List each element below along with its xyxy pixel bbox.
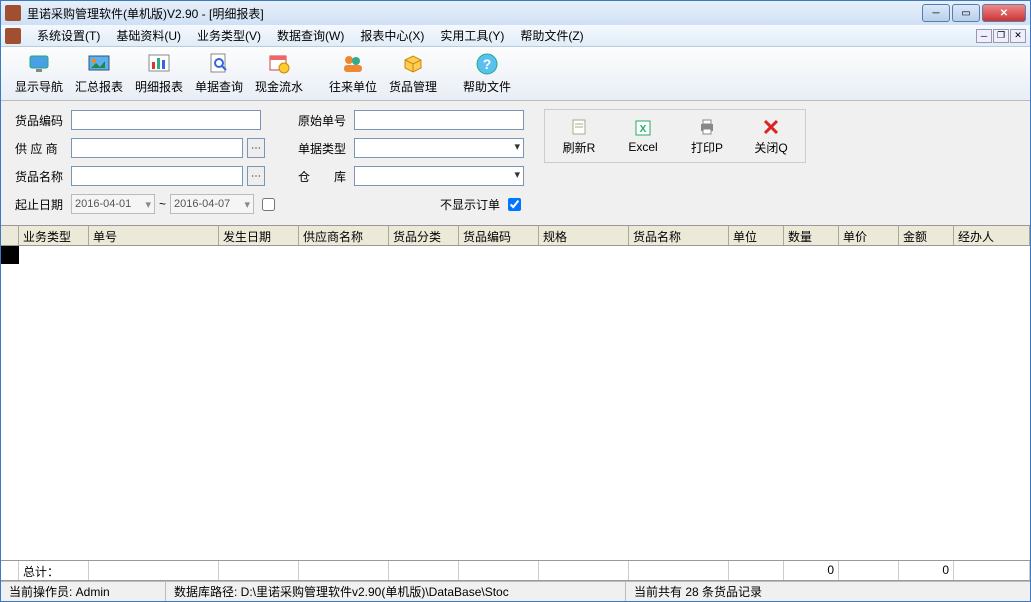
window-title: 里诺采购管理软件(单机版)V2.90 - [明细报表] xyxy=(27,5,922,22)
close-button[interactable]: 关闭Q xyxy=(747,116,795,156)
refresh-icon xyxy=(569,117,589,137)
doc-type-label: 单据类型 xyxy=(298,140,350,157)
col-unit[interactable]: 单位 xyxy=(729,226,784,245)
col-biztype[interactable]: 业务类型 xyxy=(19,226,89,245)
hide-orders-label: 不显示订单 xyxy=(440,196,500,213)
box-icon xyxy=(401,52,425,76)
svg-text:?: ? xyxy=(483,56,492,72)
filter-panel: 货品编码 供 应 商 ⋯ 货品名称 ⋯ 起止日期 2016-04-01 ~ 20… xyxy=(1,101,1030,219)
print-button[interactable]: 打印P xyxy=(683,116,731,156)
menu-bar: 系统设置(T) 基础资料(U) 业务类型(V) 数据查询(W) 报表中心(X) … xyxy=(1,25,1030,47)
menu-reports[interactable]: 报表中心(X) xyxy=(352,25,432,46)
orig-doc-input[interactable] xyxy=(354,110,524,130)
col-category[interactable]: 货品分类 xyxy=(389,226,459,245)
tool-goods-mgmt[interactable]: 货品管理 xyxy=(383,50,443,98)
action-panel: 刷新R X Excel 打印P 关闭Q xyxy=(544,109,806,163)
status-dbpath: 数据库路径: D:\里诺采购管理软件v2.90(单机版)\DataBase\St… xyxy=(166,582,626,601)
toolbar: 显示导航 汇总报表 明细报表 单据查询 现金流水 往来单位 货品管理 ? xyxy=(1,47,1030,101)
menu-tools[interactable]: 实用工具(Y) xyxy=(432,25,512,46)
tool-doc-query[interactable]: 单据查询 xyxy=(189,50,249,98)
orig-doc-label: 原始单号 xyxy=(298,112,350,129)
col-supplier[interactable]: 供应商名称 xyxy=(299,226,389,245)
date-tilde: ~ xyxy=(159,197,166,211)
total-label: 总计： xyxy=(19,561,89,580)
date-enable-checkbox[interactable] xyxy=(262,198,275,211)
col-docno[interactable]: 单号 xyxy=(89,226,219,245)
tool-show-nav[interactable]: 显示导航 xyxy=(9,50,69,98)
data-grid: 业务类型 单号 发生日期 供应商名称 货品分类 货品编码 规格 货品名称 单位 … xyxy=(1,225,1030,581)
svg-text:X: X xyxy=(640,124,647,135)
tool-detail-report[interactable]: 明细报表 xyxy=(129,50,189,98)
excel-button[interactable]: X Excel xyxy=(619,116,667,156)
calendar-money-icon xyxy=(267,52,291,76)
col-code[interactable]: 货品编码 xyxy=(459,226,539,245)
date-from-picker[interactable]: 2016-04-01 xyxy=(71,194,155,214)
doc-type-combo[interactable] xyxy=(354,138,524,158)
col-handler[interactable]: 经办人 xyxy=(954,226,1030,245)
supplier-label: 供 应 商 xyxy=(15,140,67,157)
col-qty[interactable]: 数量 xyxy=(784,226,839,245)
col-amount[interactable]: 金额 xyxy=(899,226,954,245)
supplier-lookup-button[interactable]: ⋯ xyxy=(247,138,265,158)
tool-help-file[interactable]: ? 帮助文件 xyxy=(457,50,517,98)
current-row-marker xyxy=(1,246,19,264)
goods-code-label: 货品编码 xyxy=(15,112,67,129)
refresh-button[interactable]: 刷新R xyxy=(555,116,603,156)
col-price[interactable]: 单价 xyxy=(839,226,899,245)
tool-summary-report[interactable]: 汇总报表 xyxy=(69,50,129,98)
mdi-minimize-button[interactable]: ─ xyxy=(976,29,992,43)
status-operator: 当前操作员: Admin xyxy=(1,582,166,601)
mdi-close-button[interactable]: ✕ xyxy=(1010,29,1026,43)
goods-name-label: 货品名称 xyxy=(15,168,67,185)
grid-header: 业务类型 单号 发生日期 供应商名称 货品分类 货品编码 规格 货品名称 单位 … xyxy=(1,226,1030,246)
warehouse-label: 仓 库 xyxy=(298,168,350,185)
app-icon xyxy=(5,5,21,21)
close-window-button[interactable]: ✕ xyxy=(982,4,1026,22)
photo-icon xyxy=(87,52,111,76)
date-to-picker[interactable]: 2016-04-07 xyxy=(170,194,254,214)
goods-name-input[interactable] xyxy=(71,166,243,186)
help-icon: ? xyxy=(475,52,499,76)
menu-help[interactable]: 帮助文件(Z) xyxy=(512,25,591,46)
tool-partners[interactable]: 往来单位 xyxy=(323,50,383,98)
status-bar: 当前操作员: Admin 数据库路径: D:\里诺采购管理软件v2.90(单机版… xyxy=(1,581,1030,601)
supplier-input[interactable] xyxy=(71,138,243,158)
print-icon xyxy=(697,117,717,137)
total-qty: 0 xyxy=(784,561,839,580)
excel-icon: X xyxy=(633,118,653,138)
goods-code-input[interactable] xyxy=(71,110,261,130)
col-name[interactable]: 货品名称 xyxy=(629,226,729,245)
col-spec[interactable]: 规格 xyxy=(539,226,629,245)
title-bar: 里诺采购管理软件(单机版)V2.90 - [明细报表] ─ ▭ ✕ xyxy=(1,1,1030,25)
users-icon xyxy=(341,52,365,76)
menu-query[interactable]: 数据查询(W) xyxy=(269,25,352,46)
grid-footer: 总计： 0 0 xyxy=(1,561,1030,581)
menu-system[interactable]: 系统设置(T) xyxy=(29,25,108,46)
status-records: 当前共有 28 条货品记录 xyxy=(626,582,1030,601)
menu-basedata[interactable]: 基础资料(U) xyxy=(108,25,189,46)
hide-orders-checkbox[interactable] xyxy=(508,198,521,211)
minimize-button[interactable]: ─ xyxy=(922,4,950,22)
date-range-label: 起止日期 xyxy=(15,196,67,213)
maximize-button[interactable]: ▭ xyxy=(952,4,980,22)
mdi-icon xyxy=(5,28,21,44)
chart-icon xyxy=(147,52,171,76)
tool-cash-flow[interactable]: 现金流水 xyxy=(249,50,309,98)
search-doc-icon xyxy=(207,52,231,76)
menu-biztype[interactable]: 业务类型(V) xyxy=(189,25,269,46)
monitor-icon xyxy=(27,52,51,76)
goods-name-lookup-button[interactable]: ⋯ xyxy=(247,166,265,186)
close-x-icon xyxy=(761,117,781,137)
grid-body[interactable] xyxy=(1,246,1030,561)
col-date[interactable]: 发生日期 xyxy=(219,226,299,245)
mdi-restore-button[interactable]: ❐ xyxy=(993,29,1009,43)
warehouse-combo[interactable] xyxy=(354,166,524,186)
total-amount: 0 xyxy=(899,561,954,580)
